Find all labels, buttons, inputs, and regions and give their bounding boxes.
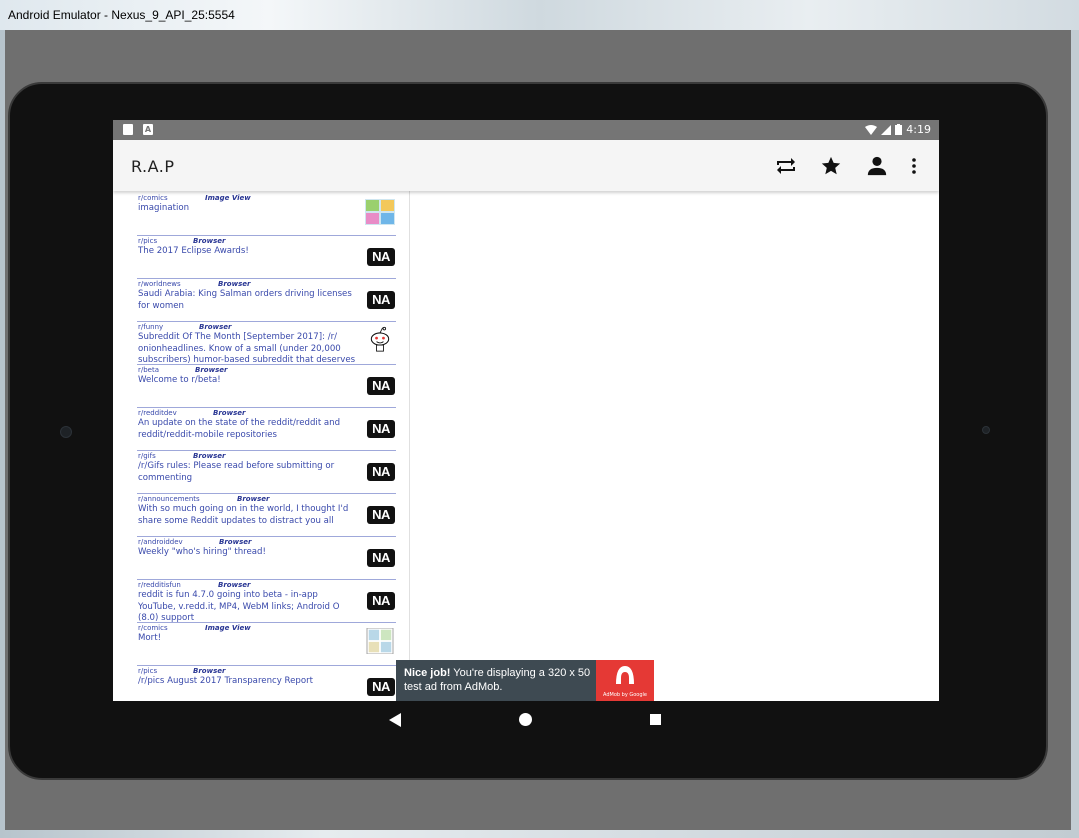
subreddit-label: r/comics: [138, 194, 168, 202]
reddit-alien-icon: [367, 326, 393, 352]
no-thumbnail-badge: NA: [367, 377, 395, 395]
open-mode-label: Browser: [195, 366, 228, 374]
admob-icon: [616, 666, 634, 684]
post-title: Mort!: [138, 633, 162, 643]
subreddit-label: r/pics: [138, 667, 158, 675]
favorites-button[interactable]: [818, 153, 844, 179]
home-icon[interactable]: [519, 713, 532, 726]
open-mode-label: Browser: [218, 280, 251, 288]
list-item[interactable]: r/worldnews Browser Saudi Arabia: King S…: [137, 279, 396, 322]
list-item[interactable]: r/beta Browser Welcome to r/beta! NA: [137, 365, 396, 408]
detail-pane: [410, 191, 939, 701]
window-title: Android Emulator - Nexus_9_API_25:5554: [8, 8, 235, 22]
person-icon: [867, 156, 887, 176]
android-nav-bar: [113, 701, 939, 739]
camera-left-icon: [60, 426, 72, 438]
subreddit-label: r/redditisfun: [138, 581, 181, 589]
list-item[interactable]: r/pics Browser The 2017 Eclipse Awards! …: [137, 236, 396, 279]
open-mode-label: Image View: [205, 194, 251, 202]
open-mode-label: Browser: [193, 237, 226, 245]
subreddit-label: r/beta: [138, 366, 160, 374]
no-thumbnail-badge: NA: [367, 248, 395, 266]
status-bar: A 4:19: [113, 120, 939, 140]
battery-icon: [895, 124, 903, 135]
ad-text: Nice job! You're displaying a 320 x 50 t…: [404, 666, 594, 694]
subreddit-label: r/worldnews: [138, 280, 181, 288]
status-right: 4:19: [865, 123, 931, 136]
open-mode-label: Image View: [205, 624, 251, 632]
open-mode-label: Browser: [218, 581, 251, 589]
post-title: The 2017 Eclipse Awards!: [138, 246, 249, 256]
open-mode-label: Browser: [219, 538, 252, 546]
app-title: R.A.P: [131, 157, 175, 176]
no-thumbnail-badge: NA: [367, 678, 395, 696]
ad-headline: Nice job!: [404, 667, 451, 679]
list-item[interactable]: r/funny Browser Subreddit Of The Month […: [137, 322, 396, 365]
open-mode-label: Browser: [193, 452, 226, 460]
comic-thumbnail-icon: [366, 628, 394, 654]
back-icon[interactable]: [389, 713, 401, 727]
overflow-menu-button[interactable]: [901, 153, 927, 179]
post-title: Subreddit Of The Month [September 2017]:…: [138, 332, 356, 365]
post-title: Weekly "who's hiring" thread!: [138, 547, 266, 557]
recents-icon[interactable]: [650, 714, 661, 725]
post-title: With so much going on in the world, I th…: [138, 504, 349, 526]
subreddit-label: r/announcements: [138, 495, 200, 503]
list-item[interactable]: r/comics Image View imagination: [137, 193, 396, 236]
refresh-button[interactable]: [773, 153, 799, 179]
post-list[interactable]: r/comics Image View imagination r/pics B…: [113, 191, 410, 701]
subreddit-label: r/gifs: [138, 452, 156, 460]
list-item[interactable]: r/pics Browser /r/pics August 2017 Trans…: [137, 666, 396, 701]
post-title: /r/pics August 2017 Transparency Report: [138, 676, 314, 686]
post-title: Saudi Arabia: King Salman orders driving…: [138, 289, 352, 311]
admob-logo: AdMob by Google: [596, 660, 654, 701]
window-titlebar[interactable]: Android Emulator - Nexus_9_API_25:5554: [0, 0, 1079, 30]
list-item[interactable]: r/androiddev Browser Weekly "who's hirin…: [137, 537, 396, 580]
account-button[interactable]: [864, 153, 890, 179]
a-notification-icon: A: [143, 124, 153, 135]
sensor-right-icon: [982, 426, 990, 434]
list-item[interactable]: r/gifs Browser /r/Gifs rules: Please rea…: [137, 451, 396, 494]
admob-banner[interactable]: Nice job! You're displaying a 320 x 50 t…: [396, 660, 654, 701]
open-mode-label: Browser: [237, 495, 270, 503]
list-item[interactable]: r/redditisfun Browser reddit is fun 4.7.…: [137, 580, 396, 623]
subreddit-label: r/funny: [138, 323, 164, 331]
device-screen: A 4:19 R.A.P r/comics Image View imagina…: [113, 120, 939, 701]
no-thumbnail-badge: NA: [367, 506, 395, 524]
no-thumbnail-badge: NA: [367, 463, 395, 481]
wifi-icon: [865, 124, 878, 135]
subreddit-label: r/pics: [138, 237, 158, 245]
post-title: reddit is fun 4.7.0 going into beta - in…: [138, 590, 340, 623]
star-icon: [821, 156, 841, 175]
overflow-menu-icon: [912, 158, 916, 174]
no-thumbnail-badge: NA: [367, 291, 395, 309]
no-thumbnail-badge: NA: [367, 592, 395, 610]
list-item[interactable]: r/comics Image View Mort!: [137, 623, 396, 666]
repeat-icon: [777, 158, 795, 174]
post-title: /r/Gifs rules: Please read before submit…: [138, 461, 335, 483]
no-thumbnail-badge: NA: [367, 420, 395, 438]
list-item[interactable]: r/redditdev Browser An update on the sta…: [137, 408, 396, 451]
comic-thumbnail-icon: [365, 199, 395, 225]
app-toolbar: R.A.P: [113, 140, 939, 191]
post-title: imagination: [138, 203, 190, 213]
open-mode-label: Browser: [193, 667, 226, 675]
signal-icon: [881, 124, 892, 135]
status-time: 4:19: [906, 123, 931, 136]
post-title: Welcome to r/beta!: [138, 375, 221, 385]
sd-card-icon: [123, 124, 133, 135]
list-item[interactable]: r/announcements Browser With so much goi…: [137, 494, 396, 537]
open-mode-label: Browser: [199, 323, 232, 331]
no-thumbnail-badge: NA: [367, 549, 395, 567]
emulator-window: Android Emulator - Nexus_9_API_25:5554 A…: [0, 0, 1079, 838]
post-title: An update on the state of the reddit/red…: [138, 418, 341, 440]
subreddit-label: r/comics: [138, 624, 168, 632]
admob-caption: AdMob by Google: [603, 692, 647, 698]
subreddit-label: r/redditdev: [138, 409, 177, 417]
open-mode-label: Browser: [213, 409, 246, 417]
subreddit-label: r/androiddev: [138, 538, 183, 546]
